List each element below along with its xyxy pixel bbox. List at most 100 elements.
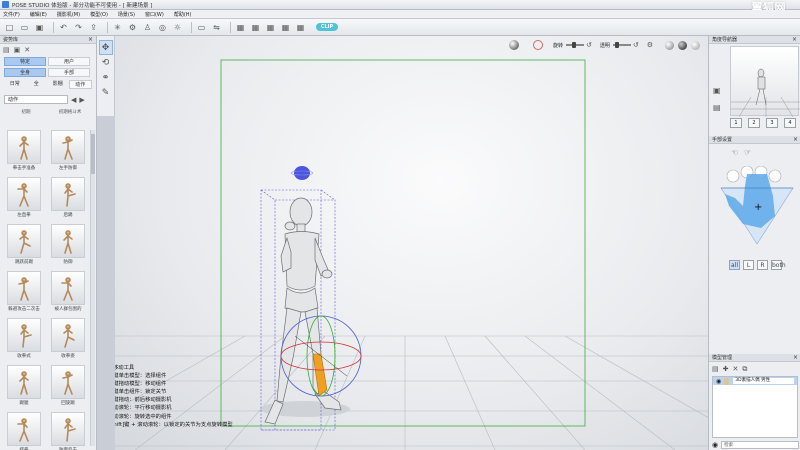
close-icon[interactable]: × [792, 36, 797, 44]
pose-thumbnail[interactable]: 拳击手准备 [4, 130, 44, 172]
pose-thumbnail[interactable]: 躲避攻击二次击 [4, 271, 44, 313]
camera-preview[interactable] [730, 46, 800, 118]
pose-thumbnail-image[interactable] [51, 271, 85, 305]
render-sphere-icon[interactable] [508, 40, 519, 50]
pose-thumbnail[interactable]: 左手防御 [48, 130, 88, 172]
layout-1-icon[interactable]: ▦ [235, 22, 246, 33]
pose-thumbnail-image[interactable] [51, 130, 85, 164]
hand-mode-button[interactable]: both [771, 260, 786, 270]
visibility-eye-icon[interactable]: ◉ [716, 378, 721, 385]
pose-thumbnail[interactable]: 被人群包围的 [48, 271, 88, 313]
save-icon[interactable]: ▣ [34, 22, 45, 33]
tab-user[interactable]: 用户 [48, 57, 90, 66]
folder-icon[interactable]: ▤ [3, 46, 10, 54]
save-pose-icon[interactable]: ▣ [14, 46, 21, 54]
pose-thumbnail-image[interactable] [7, 318, 41, 352]
arrow-right-icon[interactable]: ▶ [79, 96, 84, 104]
pose-thumbnail[interactable]: 摆拳 [4, 412, 44, 450]
delete-icon[interactable]: ✕ [24, 46, 30, 54]
visibility-eye-icon[interactable]: ◉ [712, 441, 718, 449]
light-icon[interactable]: ☼ [172, 22, 183, 33]
menu-scene[interactable]: 场景(S) [118, 11, 135, 18]
link-tool-icon[interactable]: ⚭ [99, 70, 113, 85]
pose-thumbnail[interactable]: 左直拳 [4, 177, 44, 219]
pose-thumbnail-image[interactable] [7, 412, 41, 446]
subtab-action[interactable]: 动作 [68, 80, 92, 89]
arrow-left-icon[interactable]: ◀ [71, 96, 76, 104]
tab-hands[interactable]: 手部 [48, 68, 90, 77]
3d-viewport[interactable]: 旋转 ↺ 透明 ↺ ⚙ ■移动工具 左键单击模型：选择组件 左键拖动模型：移动组… [115, 36, 708, 450]
mannequin-model[interactable] [264, 197, 342, 425]
undo-icon[interactable]: ↶ [58, 22, 69, 33]
close-icon[interactable]: × [88, 36, 93, 44]
model-search-input[interactable]: 检索 [721, 441, 800, 449]
left-hand-icon[interactable]: ☜ [731, 148, 738, 157]
ruler-icon[interactable]: ▭ [196, 22, 207, 33]
camera-preset-button[interactable]: 4 [784, 118, 796, 128]
pose-thumbnail-image[interactable] [7, 271, 41, 305]
pose-thumbnail[interactable]: 收拳姿 [48, 318, 88, 360]
pose-thumbnail-image[interactable] [7, 177, 41, 211]
pose-thumbnail-image[interactable] [7, 365, 41, 399]
layout-5-icon[interactable]: ▦ [295, 22, 306, 33]
add-model-icon[interactable]: ✚ [723, 365, 729, 373]
menu-file[interactable]: 文件(F) [3, 11, 20, 18]
slider-knob[interactable] [571, 42, 576, 48]
move-tool-icon[interactable]: ✥ [98, 40, 113, 55]
clip-badge[interactable]: CLIP [316, 23, 338, 31]
ground-icon[interactable]: ◎ [157, 22, 168, 33]
pose-thumbnail-image[interactable] [7, 130, 41, 164]
tab-specific[interactable]: 特定 [4, 57, 46, 66]
menu-edit[interactable]: 编辑(E) [30, 11, 47, 18]
right-hand-icon[interactable]: ☞ [744, 148, 751, 157]
rotate-slider[interactable] [565, 42, 584, 48]
mirror-icon[interactable]: ⇋ [211, 22, 222, 33]
camera-snapshot-icon[interactable]: ▤ [713, 103, 721, 112]
slider-knob[interactable] [614, 42, 619, 48]
folder-open-icon[interactable]: ▤ [712, 365, 719, 373]
hand-mode-button[interactable]: R [757, 260, 768, 270]
pose-thumbnail-image[interactable] [51, 412, 85, 446]
pose-thumbnail[interactable]: 跳跃前踢 [4, 224, 44, 266]
hand-mode-button[interactable]: all [729, 260, 740, 270]
export-icon[interactable]: ⇪ [88, 22, 99, 33]
subtab-all[interactable]: 全 [26, 80, 48, 89]
pose-thumbnail[interactable]: 后踢 [48, 177, 88, 219]
head-target-marker[interactable] [294, 166, 310, 180]
globe-icon[interactable] [532, 40, 543, 50]
duplicate-icon[interactable]: ⧉ [742, 365, 747, 374]
pose-thumbnail[interactable]: 防御反击 [48, 412, 88, 450]
tab-full-body[interactable]: 全身 [4, 68, 46, 77]
open-icon[interactable]: ▭ [19, 22, 30, 33]
layout-2-icon[interactable]: ▦ [250, 22, 261, 33]
hand-pose-controller[interactable]: + [717, 166, 797, 246]
settings-icon[interactable]: ⚙ [647, 41, 653, 49]
pose-thumbnail[interactable]: 踢腿 [4, 365, 44, 407]
category-select[interactable]: 动作 [4, 95, 68, 104]
pose-icon[interactable]: ♙ [142, 22, 153, 33]
redo-icon[interactable]: ↷ [73, 22, 84, 33]
camera-icon[interactable]: ▣ [713, 86, 721, 95]
reset-opacity-icon[interactable]: ↺ [633, 41, 639, 49]
layout-4-icon[interactable]: ▦ [280, 22, 291, 33]
scrollbar-thumb[interactable] [91, 134, 95, 174]
camera-preset-button[interactable]: 1 [730, 118, 742, 128]
subtab-studio[interactable]: 影棚 [47, 80, 69, 89]
pose-thumbnail-image[interactable] [51, 365, 85, 399]
close-icon[interactable]: × [793, 136, 798, 144]
subtab-daily[interactable]: 日常 [4, 80, 26, 89]
close-icon[interactable]: × [793, 354, 798, 362]
pose-thumbnail[interactable]: 回旋踢 [48, 365, 88, 407]
model-list-item[interactable]: ◉ 3D素描人偶 男性 [713, 377, 797, 385]
hand-mode-button[interactable]: L [743, 260, 754, 270]
delete-model-icon[interactable]: ✕ [733, 365, 739, 373]
pen-tool-icon[interactable]: ✎ [99, 85, 113, 100]
pose-list-scrollbar[interactable] [90, 130, 95, 446]
reset-rotate-icon[interactable]: ↺ [586, 41, 592, 49]
shading-mode-1-icon[interactable] [665, 40, 674, 50]
layout-3-icon[interactable]: ▦ [265, 22, 276, 33]
menu-window[interactable]: 窗口(W) [145, 11, 164, 18]
pose-thumbnail-image[interactable] [7, 224, 41, 258]
pose-thumbnail-image[interactable] [51, 177, 85, 211]
menu-camera[interactable]: 摄影机(M) [57, 11, 80, 18]
